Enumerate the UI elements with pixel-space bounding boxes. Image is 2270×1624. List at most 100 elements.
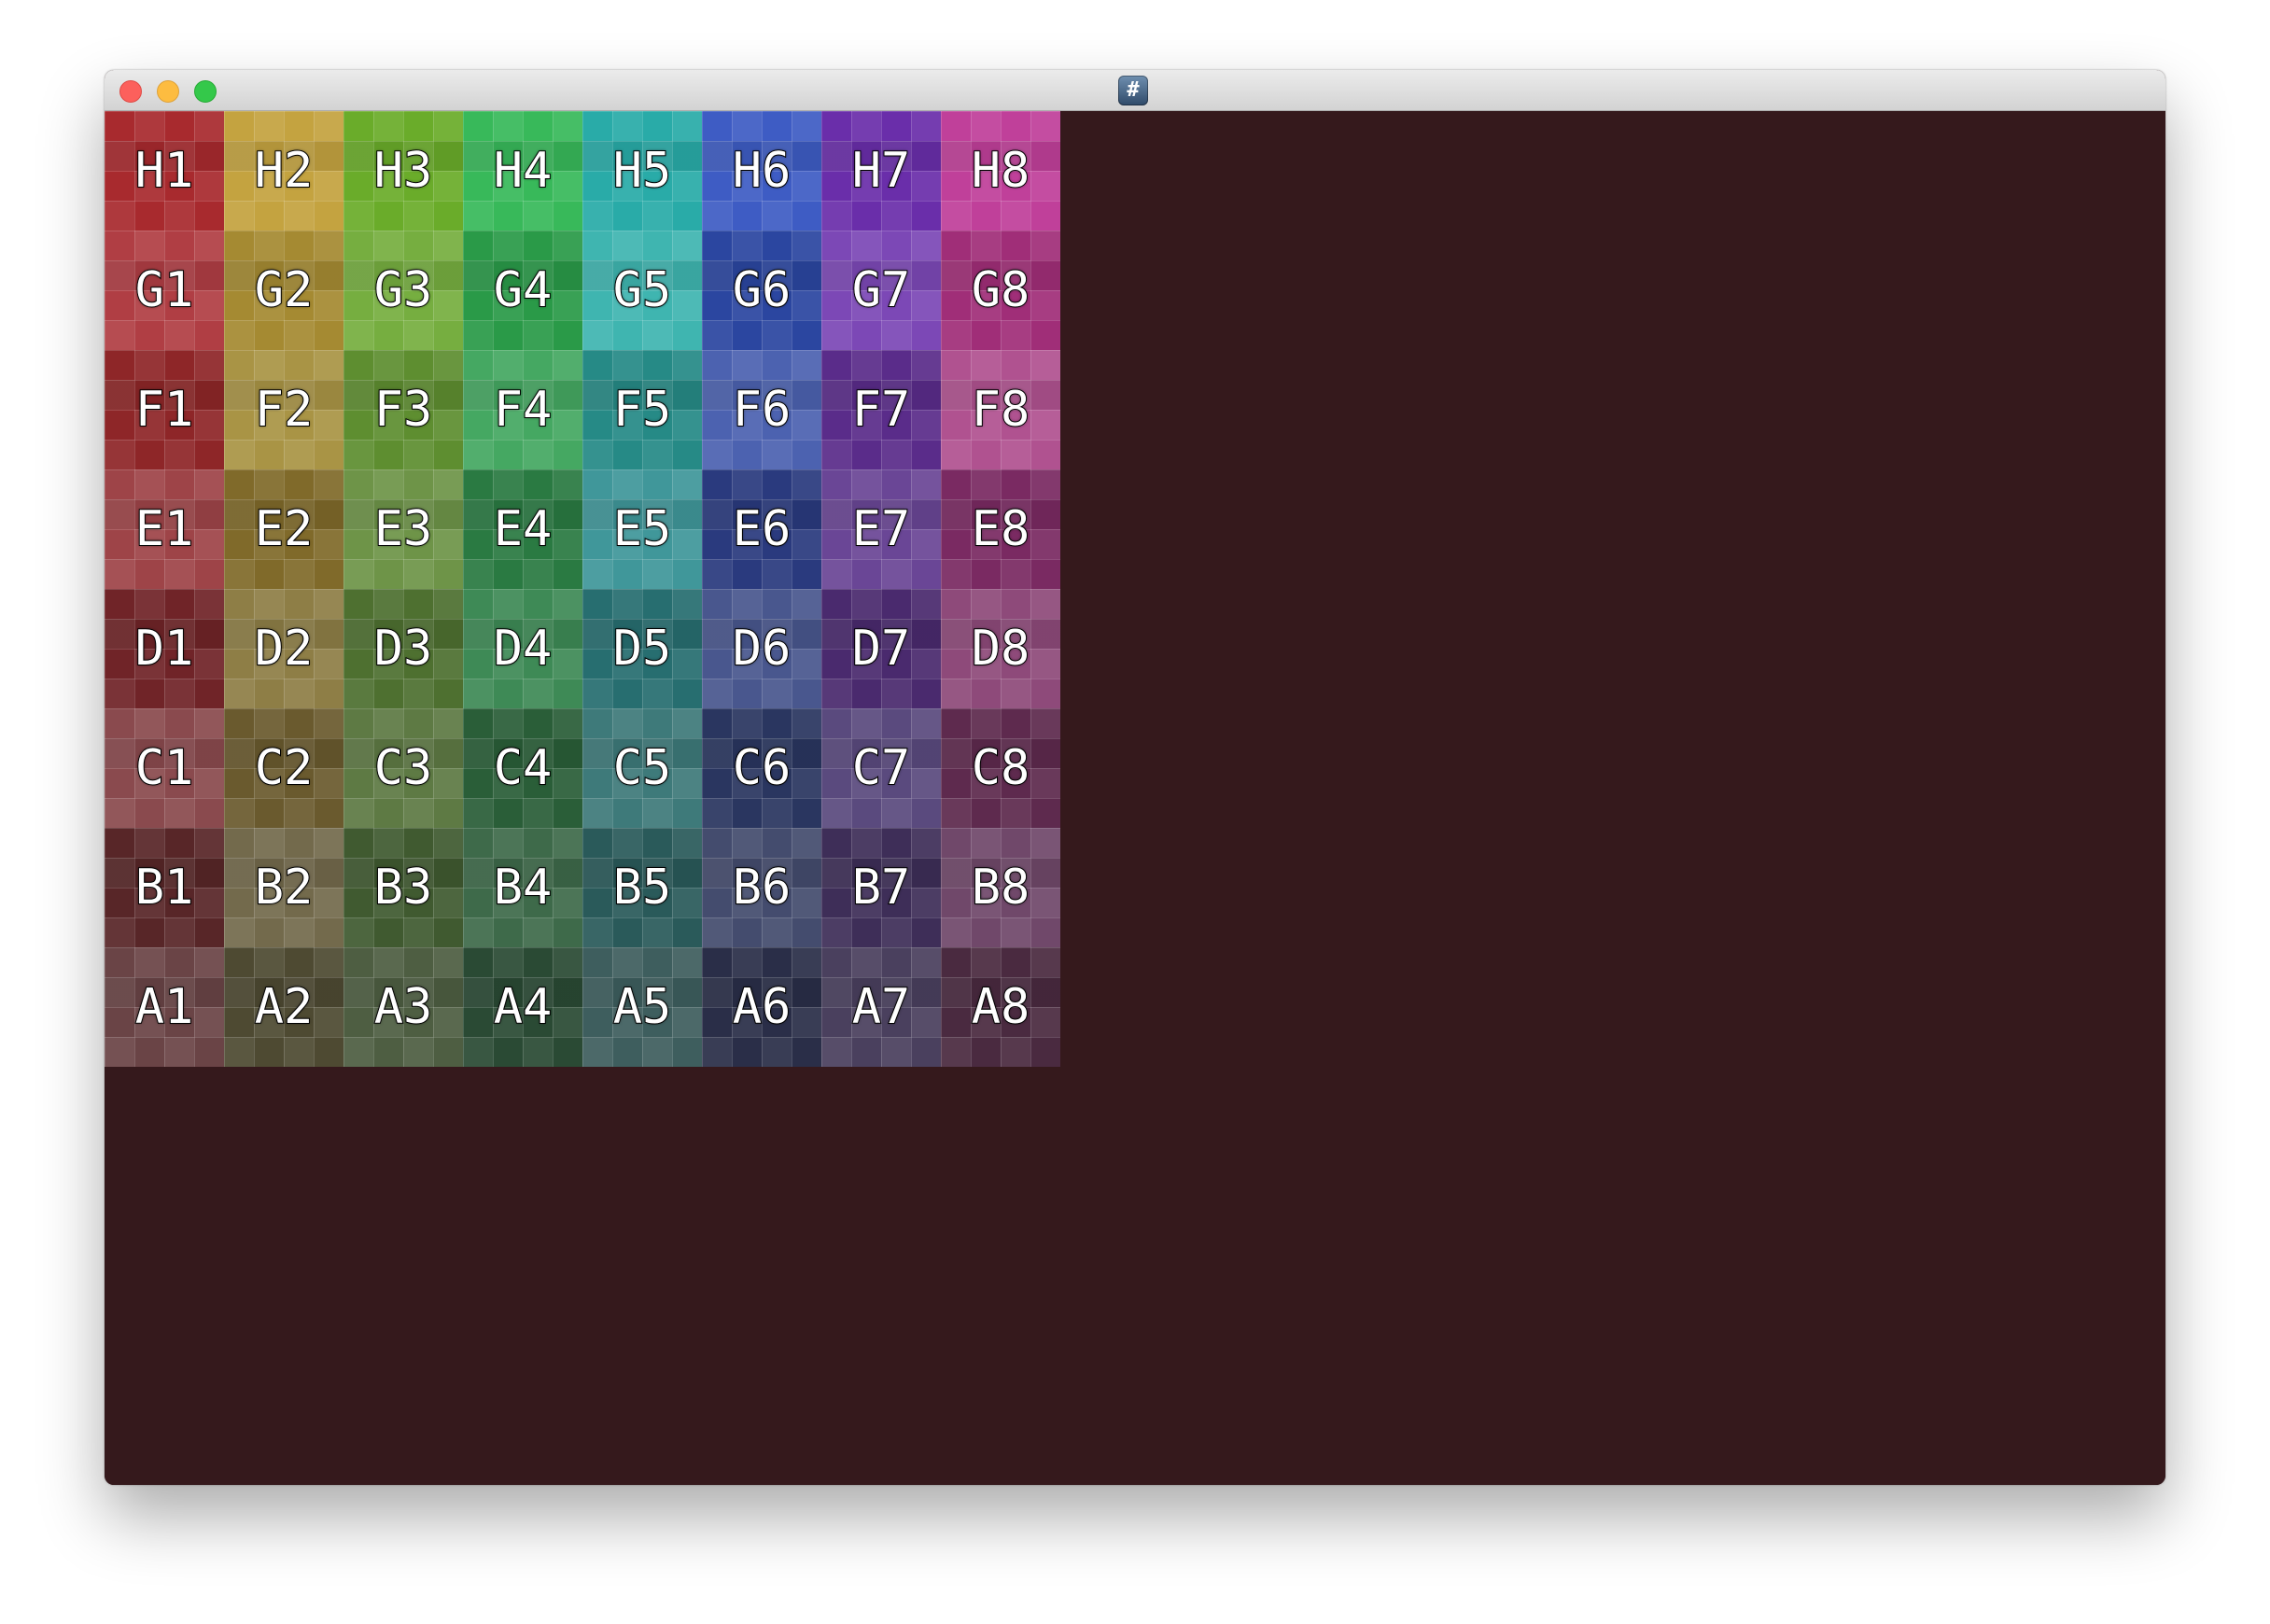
cell-label: B1: [134, 859, 195, 917]
grid-cell-b2[interactable]: B2: [224, 828, 343, 947]
cell-label: E8: [971, 500, 1031, 558]
grid-cell-d5[interactable]: D5: [582, 589, 702, 708]
grid-cell-d4[interactable]: D4: [463, 589, 582, 708]
grid-cell-a1[interactable]: A1: [105, 947, 224, 1067]
cell-label: G5: [612, 261, 673, 319]
grid-cell-a5[interactable]: A5: [582, 947, 702, 1067]
cell-label: G2: [254, 261, 315, 319]
grid-cell-b1[interactable]: B1: [105, 828, 224, 947]
grid-cell-c1[interactable]: C1: [105, 708, 224, 828]
grid-cell-b8[interactable]: B8: [941, 828, 1060, 947]
grid-cell-c8[interactable]: C8: [941, 708, 1060, 828]
cell-label: A8: [971, 978, 1031, 1036]
grid-cell-b6[interactable]: B6: [702, 828, 821, 947]
cell-label: E4: [493, 500, 553, 558]
cell-label: G6: [732, 261, 792, 319]
grid-cell-e3[interactable]: E3: [343, 469, 463, 589]
grid-cell-g8[interactable]: G8: [941, 231, 1060, 350]
cell-label: C8: [971, 739, 1031, 797]
grid-cell-e2[interactable]: E2: [224, 469, 343, 589]
grid-cell-b7[interactable]: B7: [821, 828, 941, 947]
grid-cell-f5[interactable]: F5: [582, 350, 702, 469]
grid-cell-c6[interactable]: C6: [702, 708, 821, 828]
cell-label: D2: [254, 620, 315, 678]
board-grid: H1 H2 H3 H4 H5 H6 H7 H8 G1 G2 G3 G4 G5 G6 G7 G8 F1 F2 F3 F4…: [105, 111, 1060, 1067]
grid-cell-c7[interactable]: C7: [821, 708, 941, 828]
cell-label: A5: [612, 978, 673, 1036]
app-icon: #: [1118, 76, 1148, 105]
grid-cell-a6[interactable]: A6: [702, 947, 821, 1067]
cell-label: F8: [971, 381, 1031, 439]
cell-label: C2: [254, 739, 315, 797]
grid-cell-d6[interactable]: D6: [702, 589, 821, 708]
grid-cell-g5[interactable]: G5: [582, 231, 702, 350]
grid-cell-f2[interactable]: F2: [224, 350, 343, 469]
grid-cell-e7[interactable]: E7: [821, 469, 941, 589]
grid-cell-h6[interactable]: H6: [702, 111, 821, 231]
grid-cell-b3[interactable]: B3: [343, 828, 463, 947]
grid-cell-f6[interactable]: F6: [702, 350, 821, 469]
grid-cell-a8[interactable]: A8: [941, 947, 1060, 1067]
grid-cell-a3[interactable]: A3: [343, 947, 463, 1067]
grid-cell-c2[interactable]: C2: [224, 708, 343, 828]
cell-label: D7: [851, 620, 912, 678]
grid-cell-a4[interactable]: A4: [463, 947, 582, 1067]
grid-cell-c4[interactable]: C4: [463, 708, 582, 828]
cell-label: D8: [971, 620, 1031, 678]
grid-cell-d8[interactable]: D8: [941, 589, 1060, 708]
grid-cell-d3[interactable]: D3: [343, 589, 463, 708]
grid-cell-c5[interactable]: C5: [582, 708, 702, 828]
grid-cell-h7[interactable]: H7: [821, 111, 941, 231]
cell-label: F2: [254, 381, 315, 439]
cell-label: H6: [732, 142, 792, 200]
grid-cell-g3[interactable]: G3: [343, 231, 463, 350]
grid-cell-g6[interactable]: G6: [702, 231, 821, 350]
grid-cell-d7[interactable]: D7: [821, 589, 941, 708]
grid-cell-e1[interactable]: E1: [105, 469, 224, 589]
grid-cell-g2[interactable]: G2: [224, 231, 343, 350]
grid-cell-b4[interactable]: B4: [463, 828, 582, 947]
title-bar[interactable]: #: [105, 70, 2165, 111]
grid-cell-f3[interactable]: F3: [343, 350, 463, 469]
grid-cell-h3[interactable]: H3: [343, 111, 463, 231]
grid-cell-g7[interactable]: G7: [821, 231, 941, 350]
grid-cell-h8[interactable]: H8: [941, 111, 1060, 231]
close-window-button[interactable]: [119, 80, 142, 103]
cell-label: F4: [493, 381, 553, 439]
minimize-window-button[interactable]: [157, 80, 179, 103]
grid-cell-e8[interactable]: E8: [941, 469, 1060, 589]
grid-cell-d2[interactable]: D2: [224, 589, 343, 708]
grid-cell-f1[interactable]: F1: [105, 350, 224, 469]
cell-label: E1: [134, 500, 195, 558]
grid-cell-d1[interactable]: D1: [105, 589, 224, 708]
grid-cell-f8[interactable]: F8: [941, 350, 1060, 469]
grid-cell-h1[interactable]: H1: [105, 111, 224, 231]
cell-label: A4: [493, 978, 553, 1036]
grid-cell-h5[interactable]: H5: [582, 111, 702, 231]
grid-cell-g1[interactable]: G1: [105, 231, 224, 350]
grid-cell-e6[interactable]: E6: [702, 469, 821, 589]
grid-cell-h4[interactable]: H4: [463, 111, 582, 231]
cell-label: D5: [612, 620, 673, 678]
zoom-window-button[interactable]: [194, 80, 217, 103]
grid-cell-e5[interactable]: E5: [582, 469, 702, 589]
grid-cell-g4[interactable]: G4: [463, 231, 582, 350]
canvas[interactable]: H1 H2 H3 H4 H5 H6 H7 H8 G1 G2 G3 G4 G5 G6 G7 G8 F1 F2 F3 F4…: [105, 111, 2165, 1485]
cell-label: E3: [373, 500, 434, 558]
cell-label: G3: [373, 261, 434, 319]
cell-label: F5: [612, 381, 673, 439]
cell-label: E7: [851, 500, 912, 558]
grid-cell-c3[interactable]: C3: [343, 708, 463, 828]
grid-cell-a7[interactable]: A7: [821, 947, 941, 1067]
grid-cell-h2[interactable]: H2: [224, 111, 343, 231]
cell-label: F1: [134, 381, 195, 439]
grid-cell-a2[interactable]: A2: [224, 947, 343, 1067]
cell-label: H3: [373, 142, 434, 200]
grid-cell-f4[interactable]: F4: [463, 350, 582, 469]
grid-cell-e4[interactable]: E4: [463, 469, 582, 589]
cell-label: C5: [612, 739, 673, 797]
cell-label: G4: [493, 261, 553, 319]
grid-cell-b5[interactable]: B5: [582, 828, 702, 947]
cell-label: D4: [493, 620, 553, 678]
grid-cell-f7[interactable]: F7: [821, 350, 941, 469]
